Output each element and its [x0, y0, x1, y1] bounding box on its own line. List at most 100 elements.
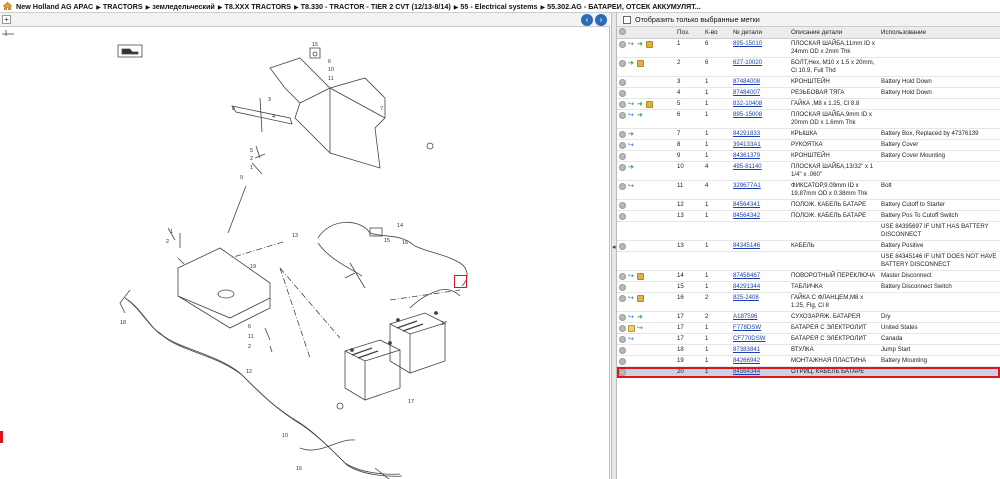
table-row[interactable]: 18 1 87383841 ВТУЛКА Jump Start: [617, 344, 1000, 356]
select-circle-icon[interactable]: [619, 79, 626, 86]
breadcrumb-item[interactable]: земледельческий: [152, 2, 215, 11]
part-number-cell[interactable]: 825-2408: [731, 292, 789, 312]
package-icon[interactable]: [646, 41, 653, 48]
select-circle-icon[interactable]: [619, 314, 626, 321]
part-number-cell[interactable]: 87383841: [731, 344, 789, 356]
forward-arrow-icon[interactable]: ➜: [628, 131, 635, 138]
select-circle-icon[interactable]: [619, 202, 626, 209]
show-selected-only-checkbox[interactable]: [623, 15, 631, 24]
table-row[interactable]: 20 1 84564344 ОТРИЦ. КАБЕЛЬ БАТАРЕ: [617, 366, 1000, 378]
part-number-cell[interactable]: 895-15010: [731, 38, 789, 58]
table-row[interactable]: ➜ 7 1 84291833 КРЫШКА Battery Box, Replaced b…: [617, 128, 1000, 140]
next-arrow-icon[interactable]: ›: [595, 14, 607, 26]
part-number-cell[interactable]: 895-15008: [731, 109, 789, 129]
replace-arrow-icon[interactable]: ↪: [628, 101, 635, 108]
column-header[interactable]: Поз.: [675, 27, 703, 39]
column-header[interactable]: Использование: [879, 27, 1000, 39]
replace-arrow-icon[interactable]: ↪: [628, 295, 635, 302]
previous-arrow-icon[interactable]: ‹: [581, 14, 593, 26]
forward-arrow-icon[interactable]: ➜: [637, 112, 644, 119]
part-number-cell[interactable]: 84266942: [731, 355, 789, 367]
table-row[interactable]: 9 1 84361379 КРОНШТЕЙН Battery Cover Mountin…: [617, 150, 1000, 162]
table-row[interactable]: 19 1 84266942 МОНТАЖНАЯ ПЛАСТИНА Battery Mou…: [617, 355, 1000, 367]
select-circle-icon[interactable]: [619, 90, 626, 97]
part-number-link[interactable]: A187596: [733, 313, 757, 320]
select-all-icon[interactable]: [619, 28, 626, 35]
select-circle-icon[interactable]: [619, 358, 626, 365]
table-row[interactable]: ↪ ➜ 6 1 895-15008 ПЛОСКАЯ ШАЙБА,9mm ID x 20mm…: [617, 109, 1000, 129]
package-icon[interactable]: [637, 295, 644, 302]
part-number-cell[interactable]: 627-10020: [731, 57, 789, 77]
breadcrumb-item[interactable]: T8.XXX TRACTORS: [224, 2, 291, 11]
table-row[interactable]: ↪ ➜ 1 6 895-15010 ПЛОСКАЯ ШАЙБА,11mm ID x 24m…: [617, 38, 1000, 58]
part-number-cell[interactable]: 84291833: [731, 128, 789, 140]
table-row[interactable]: USE 84345146 IF UNIT DOES NOT HAVE BATTE…: [617, 251, 1000, 271]
package-icon[interactable]: [637, 60, 644, 67]
select-circle-icon[interactable]: [619, 243, 626, 250]
part-number-link[interactable]: 329677A1: [733, 182, 761, 189]
replace-arrow-icon[interactable]: ↪: [637, 325, 644, 332]
part-number-cell[interactable]: 87458467: [731, 270, 789, 282]
part-number-link[interactable]: 84291344: [733, 283, 760, 290]
table-row[interactable]: ↪ 14 1 87458467 ПОВОРОТНЫЙ ПЕРЕКЛЮЧА Master D…: [617, 270, 1000, 282]
part-number-cell[interactable]: 394133A1: [731, 139, 789, 151]
part-number-cell[interactable]: A187596: [731, 311, 789, 323]
column-header[interactable]: [617, 27, 675, 39]
part-number-link[interactable]: 84361379: [733, 152, 760, 159]
forward-arrow-icon[interactable]: ➜: [637, 101, 644, 108]
part-number-link[interactable]: [731, 251, 789, 271]
part-number-link[interactable]: [731, 221, 789, 241]
part-number-link[interactable]: 84564342: [733, 212, 760, 219]
part-number-link[interactable]: 895-15008: [733, 111, 762, 118]
table-row[interactable]: ↪ 11 4 329677A1 ФИКСАТОР,9.09mm ID x 19.87mm…: [617, 180, 1000, 200]
part-number-cell[interactable]: 84291344: [731, 281, 789, 293]
select-circle-icon[interactable]: [619, 101, 626, 108]
breadcrumb-item[interactable]: T8.330 - TRACTOR - TIER 2 CVT (12/13-8/1…: [301, 2, 451, 11]
table-row[interactable]: ↪ 17 1 F778DSW БАТАРЕЯ С ЭЛЕКТРОЛИТ United St…: [617, 322, 1000, 334]
column-header[interactable]: Описание детали: [789, 27, 879, 39]
table-row[interactable]: 4 1 87484007 РЕЗЬБОВАЯ ТЯГА Battery Hold Dow…: [617, 87, 1000, 99]
part-number-link[interactable]: 84266942: [733, 357, 760, 364]
part-number-link[interactable]: CF770DSW: [733, 335, 766, 342]
table-row[interactable]: USE 84395697 IF UNIT HAS BATTERY DISCONN…: [617, 221, 1000, 241]
select-circle-icon[interactable]: [619, 153, 626, 160]
select-circle-icon[interactable]: [619, 112, 626, 119]
part-number-cell[interactable]: 329677A1: [731, 180, 789, 200]
part-number-cell[interactable]: F778DSW: [731, 322, 789, 334]
part-number-link[interactable]: 495-81140: [733, 163, 762, 170]
part-number-link[interactable]: 87484008: [733, 78, 760, 85]
breadcrumb-item[interactable]: TRACTORS: [103, 2, 143, 11]
part-number-cell[interactable]: 87484007: [731, 87, 789, 99]
forward-arrow-icon[interactable]: ➜: [637, 314, 644, 321]
table-row[interactable]: 12 1 84564341 ПОЛОЖ. КАБЕЛЬ БАТАРЕ Battery C…: [617, 199, 1000, 211]
column-header[interactable]: № детали: [731, 27, 789, 39]
replace-arrow-icon[interactable]: ↪: [628, 183, 635, 190]
select-circle-icon[interactable]: [619, 284, 626, 291]
replace-arrow-icon[interactable]: ↪: [628, 273, 635, 280]
part-number-link[interactable]: 394133A1: [733, 141, 761, 148]
part-number-link[interactable]: 84564344: [733, 368, 760, 375]
select-circle-icon[interactable]: [619, 325, 626, 332]
part-number-link[interactable]: 832-10408: [733, 100, 762, 107]
note-icon[interactable]: [628, 325, 635, 332]
part-number-link[interactable]: 84345146: [733, 242, 760, 249]
part-number-cell[interactable]: 495-81140: [731, 161, 789, 181]
table-row[interactable]: 3 1 87484008 КРОНШТЕЙН Battery Hold Down: [617, 76, 1000, 88]
table-row[interactable]: ↪ 17 1 CF770DSW БАТАРЕЯ С ЭЛЕКТРОЛИТ Canada: [617, 333, 1000, 345]
select-circle-icon[interactable]: [619, 60, 626, 67]
replace-arrow-icon[interactable]: ↪: [628, 112, 635, 119]
forward-arrow-icon[interactable]: ➜: [637, 41, 644, 48]
replace-arrow-icon[interactable]: ↪: [628, 41, 635, 48]
part-number-link[interactable]: 84291833: [733, 130, 760, 137]
replace-arrow-icon[interactable]: ↪: [628, 314, 635, 321]
column-header[interactable]: К-во: [703, 27, 731, 39]
part-number-link[interactable]: 87458467: [733, 272, 760, 279]
table-row[interactable]: ➜ 2 6 627-10020 БОЛТ,Hex, M10 x 1.5 x 20mm, …: [617, 57, 1000, 77]
breadcrumb-item[interactable]: 55.302.AG - БАТАРЕИ, ОТСЕК АККУМУЛЯТ...: [547, 2, 701, 11]
part-number-cell[interactable]: 84564344: [731, 366, 789, 378]
part-number-link[interactable]: 87484007: [733, 89, 760, 96]
replace-arrow-icon[interactable]: ↪: [628, 336, 635, 343]
part-number-link[interactable]: 627-10020: [733, 59, 762, 66]
part-number-link[interactable]: 84564341: [733, 201, 760, 208]
part-number-cell[interactable]: 832-10408: [731, 98, 789, 110]
